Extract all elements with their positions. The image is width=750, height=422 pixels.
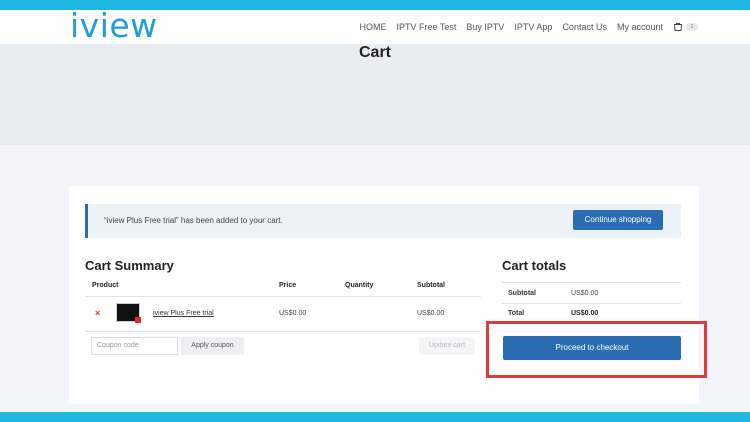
header-cart-button[interactable]: 1 [673, 22, 698, 32]
product-subtotal: US$0.00 [417, 310, 445, 317]
site-header: iview HOME IPTV Free Test Buy IPTV IPTV … [0, 6, 750, 45]
column-header-subtotal: Subtotal [417, 282, 445, 289]
cart-summary-title: Cart Summary [85, 258, 174, 273]
cart-count-badge: 1 [686, 23, 698, 31]
cart-notice: “iview Plus Free trial” has been added t… [85, 204, 681, 238]
product-thumbnail [116, 303, 141, 323]
cart-icon [673, 23, 683, 31]
nav-item-iptv-app[interactable]: IPTV App [514, 22, 552, 32]
nav-item-contact-us[interactable]: Contact Us [562, 22, 607, 32]
column-header-price: Price [279, 282, 297, 289]
nav-item-my-account[interactable]: My account [617, 22, 663, 32]
coupon-code-input[interactable]: Coupon code [91, 337, 178, 355]
subtotal-label: Subtotal [508, 290, 536, 297]
site-logo[interactable]: iview [70, 6, 158, 46]
main-nav: HOME IPTV Free Test Buy IPTV IPTV App Co… [360, 10, 698, 44]
remove-item-button[interactable]: × [95, 308, 100, 318]
nav-item-home[interactable]: HOME [360, 22, 387, 32]
total-value: US$0.00 [571, 310, 599, 317]
nav-item-buy-iptv[interactable]: Buy IPTV [466, 22, 504, 32]
nav-item-iptv-free-test[interactable]: IPTV Free Test [397, 22, 457, 32]
subtotal-value: US$0.00 [571, 290, 599, 297]
table-divider [85, 296, 481, 297]
apply-coupon-button[interactable]: Apply coupon [181, 337, 244, 355]
column-header-quantity: Quantity [345, 282, 374, 289]
checkout-highlight-box [486, 321, 707, 378]
update-cart-button[interactable]: Update cart [419, 337, 475, 355]
bottom-accent-bar [0, 412, 750, 422]
page-title: Cart [358, 44, 391, 61]
continue-shopping-button[interactable]: Continue shopping [573, 210, 663, 230]
cart-totals-title: Cart totals [502, 258, 567, 273]
totals-divider [502, 282, 681, 283]
notice-message: “iview Plus Free trial” has been added t… [104, 216, 283, 225]
total-label: Total [508, 310, 525, 317]
column-header-product: Product [92, 282, 119, 289]
product-price: US$0.00 [279, 310, 307, 317]
table-divider [85, 331, 481, 332]
product-name-link[interactable]: iview Plus Free trial [153, 310, 214, 317]
totals-divider [502, 303, 681, 304]
